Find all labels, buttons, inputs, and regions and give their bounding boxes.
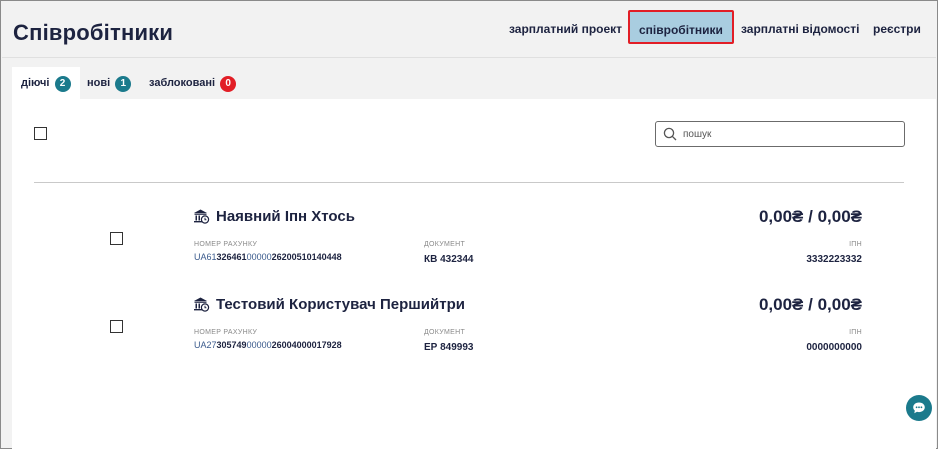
document-label: ДОКУМЕНТ <box>424 241 466 248</box>
tab-blocked[interactable]: заблоковані 0 <box>140 67 245 99</box>
count-badge: 1 <box>115 76 132 92</box>
employee-name[interactable]: Тестовий Користувач Першийтри <box>216 296 465 313</box>
nav-payrolls[interactable]: зарплатні відомості <box>741 22 859 36</box>
account-number: UA273057490000026004000017928 <box>194 340 342 350</box>
app-frame: Співробітники зарплатний проект співробі… <box>0 0 938 449</box>
tab-label: заблоковані <box>149 77 216 89</box>
chat-icon <box>913 402 925 414</box>
nav-registers[interactable]: реєстри <box>873 22 921 36</box>
employee-amount: 0,00₴ / 0,00₴ <box>758 207 862 226</box>
nav-salary-project[interactable]: зарплатний проект <box>509 22 622 36</box>
chat-button[interactable] <box>906 395 932 421</box>
bank-person-icon <box>194 209 210 224</box>
employee-name[interactable]: Наявний Іпн Хтось <box>216 208 355 225</box>
nav-employees[interactable]: співробітники <box>628 10 734 44</box>
employees-panel: Наявний Іпн Хтось 0,00₴ / 0,00₴ НОМЕР РА… <box>12 99 936 449</box>
inn-label: ІПН <box>849 329 862 336</box>
tab-new[interactable]: нові 1 <box>78 67 140 99</box>
tab-active[interactable]: діючі 2 <box>12 67 80 99</box>
tab-label: діючі <box>21 77 50 89</box>
account-label: НОМЕР РАХУНКУ <box>194 329 258 336</box>
search-input[interactable] <box>683 126 893 142</box>
search-icon <box>663 127 677 141</box>
account-label: НОМЕР РАХУНКУ <box>194 241 258 248</box>
inn-label: ІПН <box>849 241 862 248</box>
account-rest: 26004000017928 <box>271 340 342 350</box>
account-bank: 305749 <box>216 340 247 350</box>
employee-row: Тестовий Користувач Першийтри 0,00₴ / 0,… <box>12 295 936 376</box>
bank-person-icon <box>194 297 210 312</box>
document-value: ЕР 849993 <box>424 342 474 353</box>
account-prefix: UA61 <box>194 252 217 262</box>
account-bank: 326461 <box>216 252 247 262</box>
account-mid: 00000 <box>246 252 272 262</box>
select-all-checkbox[interactable] <box>34 127 47 140</box>
search-box[interactable] <box>655 121 905 147</box>
inn-value: 0000000000 <box>806 342 862 353</box>
top-nav: зарплатний проект співробітники зарплатн… <box>2 2 936 58</box>
account-mid: 00000 <box>246 340 272 350</box>
document-label: ДОКУМЕНТ <box>424 329 466 336</box>
account-number: UA613264610000026200510140448 <box>194 252 342 262</box>
account-prefix: UA27 <box>194 340 217 350</box>
employee-checkbox[interactable] <box>110 232 123 245</box>
document-value: КВ 432344 <box>424 254 474 265</box>
tab-label: нові <box>87 77 111 89</box>
employee-checkbox[interactable] <box>110 320 123 333</box>
employee-row: Наявний Іпн Хтось 0,00₴ / 0,00₴ НОМЕР РА… <box>12 207 936 288</box>
account-rest: 26200510140448 <box>271 252 342 262</box>
divider <box>34 182 904 183</box>
page-header: Співробітники зарплатний проект співробі… <box>2 2 936 58</box>
employee-amount: 0,00₴ / 0,00₴ <box>758 295 862 314</box>
count-badge: 2 <box>54 76 71 92</box>
inn-value: 3332223332 <box>806 254 862 265</box>
count-badge: 0 <box>220 76 237 92</box>
